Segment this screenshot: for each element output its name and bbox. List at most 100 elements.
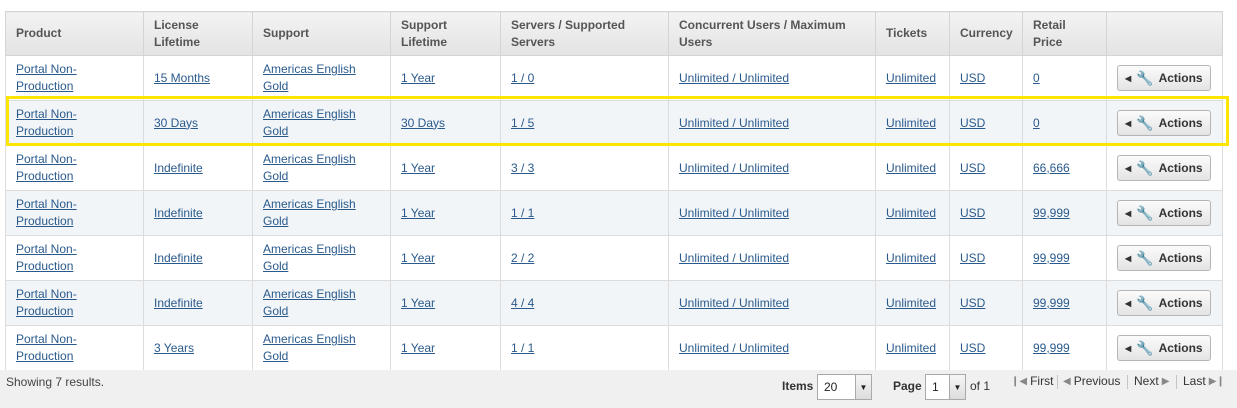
header-support[interactable]: Support — [252, 11, 391, 56]
servers-link[interactable]: 1 / 5 — [511, 116, 534, 130]
product-link[interactable]: Portal Non-Production — [16, 197, 77, 228]
table-row: Portal Non-Production Indefinite Americas … — [5, 280, 1223, 326]
header-product[interactable]: Product — [5, 11, 144, 56]
actions-button[interactable]: ◀ 🔧 Actions — [1117, 155, 1211, 181]
actions-button[interactable]: ◀ 🔧 Actions — [1117, 110, 1211, 136]
license-lifetime-link[interactable]: Indefinite — [154, 296, 203, 310]
first-page-icon: ❙◀ — [1011, 375, 1028, 387]
last-page-button[interactable]: Last ▶❙ — [1183, 374, 1225, 388]
header-servers[interactable]: Servers / Supported Servers — [500, 11, 669, 56]
tickets-link[interactable]: Unlimited — [886, 71, 936, 85]
header-concurrent-users[interactable]: Concurrent Users / Maximum Users — [668, 11, 876, 56]
support-link[interactable]: Americas English Gold — [263, 107, 356, 138]
table-cell: 1 Year — [390, 235, 501, 281]
tickets-link[interactable]: Unlimited — [886, 341, 936, 355]
wrench-icon: 🔧 — [1136, 205, 1154, 221]
items-per-page-select[interactable]: 20 ▼ — [817, 374, 872, 400]
divider — [1127, 375, 1128, 389]
license-lifetime-link[interactable]: Indefinite — [154, 251, 203, 265]
servers-link[interactable]: 2 / 2 — [511, 251, 534, 265]
support-lifetime-link[interactable]: 1 Year — [401, 341, 435, 355]
concurrent-users-link[interactable]: Unlimited / Unlimited — [679, 206, 789, 220]
table-cell: USD — [949, 325, 1023, 371]
license-lifetime-link[interactable]: 3 Years — [154, 341, 194, 355]
header-tickets[interactable]: Tickets — [875, 11, 950, 56]
retail-price-link[interactable]: 0 — [1033, 116, 1040, 130]
support-lifetime-link[interactable]: 1 Year — [401, 206, 435, 220]
header-support-lifetime[interactable]: Support Lifetime — [390, 11, 501, 56]
servers-link[interactable]: 1 / 1 — [511, 206, 534, 220]
support-link[interactable]: Americas English Gold — [263, 197, 356, 228]
concurrent-users-link[interactable]: Unlimited / Unlimited — [679, 161, 789, 175]
tickets-link[interactable]: Unlimited — [886, 161, 936, 175]
servers-link[interactable]: 1 / 1 — [511, 341, 534, 355]
currency-link[interactable]: USD — [960, 296, 985, 310]
actions-button[interactable]: ◀ 🔧 Actions — [1117, 200, 1211, 226]
product-link[interactable]: Portal Non-Production — [16, 242, 77, 273]
table-cell: 1 Year — [390, 190, 501, 236]
retail-price-link[interactable]: 99,999 — [1033, 251, 1070, 265]
chevron-down-icon[interactable]: ▼ — [949, 375, 965, 399]
actions-label: Actions — [1158, 160, 1203, 175]
support-link[interactable]: Americas English Gold — [263, 242, 356, 273]
currency-link[interactable]: USD — [960, 206, 985, 220]
left-triangle-icon: ◀ — [1125, 73, 1132, 83]
actions-button[interactable]: ◀ 🔧 Actions — [1117, 290, 1211, 316]
concurrent-users-link[interactable]: Unlimited / Unlimited — [679, 116, 789, 130]
retail-price-link[interactable]: 66,666 — [1033, 161, 1070, 175]
tickets-link[interactable]: Unlimited — [886, 251, 936, 265]
retail-price-link[interactable]: 0 — [1033, 71, 1040, 85]
license-lifetime-link[interactable]: 30 Days — [154, 116, 198, 130]
currency-link[interactable]: USD — [960, 161, 985, 175]
servers-link[interactable]: 4 / 4 — [511, 296, 534, 310]
product-link[interactable]: Portal Non-Production — [16, 287, 77, 318]
header-currency[interactable]: Currency — [949, 11, 1023, 56]
currency-link[interactable]: USD — [960, 251, 985, 265]
support-lifetime-link[interactable]: 1 Year — [401, 296, 435, 310]
actions-button[interactable]: ◀ 🔧 Actions — [1117, 335, 1211, 361]
support-lifetime-link[interactable]: 1 Year — [401, 71, 435, 85]
product-link[interactable]: Portal Non-Production — [16, 332, 77, 363]
concurrent-users-link[interactable]: Unlimited / Unlimited — [679, 341, 789, 355]
previous-page-button[interactable]: ◀ Previous — [1063, 374, 1120, 388]
support-link[interactable]: Americas English Gold — [263, 287, 356, 318]
servers-link[interactable]: 3 / 3 — [511, 161, 534, 175]
license-lifetime-link[interactable]: 15 Months — [154, 71, 210, 85]
wrench-icon: 🔧 — [1136, 160, 1154, 176]
header-retail-price[interactable]: Retail Price — [1022, 11, 1107, 56]
next-page-button[interactable]: Next ▶ — [1134, 374, 1169, 388]
retail-price-link[interactable]: 99,999 — [1033, 296, 1070, 310]
support-lifetime-link[interactable]: 1 Year — [401, 251, 435, 265]
currency-link[interactable]: USD — [960, 71, 985, 85]
support-lifetime-link[interactable]: 30 Days — [401, 116, 445, 130]
retail-price-link[interactable]: 99,999 — [1033, 341, 1070, 355]
table-cell: Portal Non-Production — [5, 145, 144, 191]
table-cell: Americas English Gold — [252, 145, 391, 191]
tickets-link[interactable]: Unlimited — [886, 116, 936, 130]
support-link[interactable]: Americas English Gold — [263, 152, 356, 183]
license-lifetime-link[interactable]: Indefinite — [154, 206, 203, 220]
concurrent-users-link[interactable]: Unlimited / Unlimited — [679, 296, 789, 310]
license-lifetime-link[interactable]: Indefinite — [154, 161, 203, 175]
servers-link[interactable]: 1 / 0 — [511, 71, 534, 85]
actions-button[interactable]: ◀ 🔧 Actions — [1117, 245, 1211, 271]
first-page-button[interactable]: ❙◀ First — [1011, 374, 1053, 388]
table-cell: USD — [949, 145, 1023, 191]
retail-price-link[interactable]: 99,999 — [1033, 206, 1070, 220]
tickets-link[interactable]: Unlimited — [886, 296, 936, 310]
support-lifetime-link[interactable]: 1 Year — [401, 161, 435, 175]
actions-button[interactable]: ◀ 🔧 Actions — [1117, 65, 1211, 91]
currency-link[interactable]: USD — [960, 116, 985, 130]
support-link[interactable]: Americas English Gold — [263, 62, 356, 93]
tickets-link[interactable]: Unlimited — [886, 206, 936, 220]
concurrent-users-link[interactable]: Unlimited / Unlimited — [679, 251, 789, 265]
header-license-lifetime[interactable]: License Lifetime — [143, 11, 253, 56]
concurrent-users-link[interactable]: Unlimited / Unlimited — [679, 71, 789, 85]
chevron-down-icon[interactable]: ▼ — [855, 375, 871, 399]
product-link[interactable]: Portal Non-Production — [16, 62, 77, 93]
page-select[interactable]: 1 ▼ — [925, 374, 966, 400]
currency-link[interactable]: USD — [960, 341, 985, 355]
product-link[interactable]: Portal Non-Production — [16, 152, 77, 183]
support-link[interactable]: Americas English Gold — [263, 332, 356, 363]
product-link[interactable]: Portal Non-Production — [16, 107, 77, 138]
